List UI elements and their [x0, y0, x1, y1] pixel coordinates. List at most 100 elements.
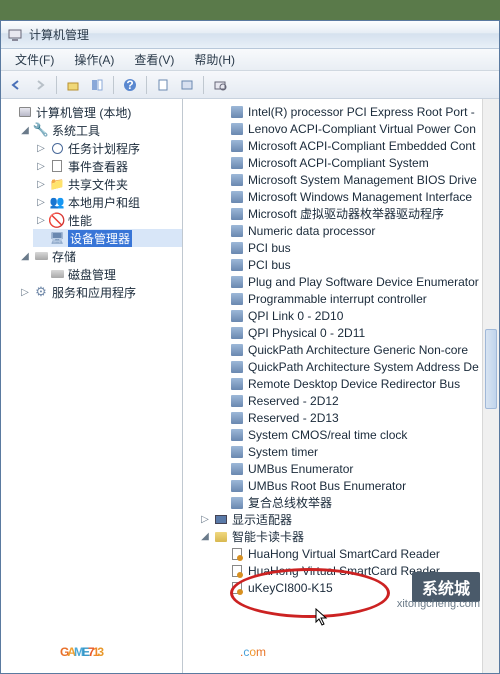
chip-icon	[229, 376, 245, 392]
tree-line	[215, 208, 227, 220]
tree-event-viewer[interactable]: ▷事件查看器	[33, 157, 182, 175]
expand-icon	[35, 268, 47, 280]
device-item[interactable]: Plug and Play Software Device Enumerator	[213, 273, 499, 290]
collapse-icon[interactable]: ◢	[199, 531, 211, 543]
menu-help[interactable]: 帮助(H)	[184, 49, 245, 70]
smartcard-icon	[213, 529, 229, 545]
device-item[interactable]: Microsoft 虚拟驱动器枚举器驱动程序	[213, 205, 499, 222]
device-item[interactable]: QuickPath Architecture System Address De	[213, 358, 499, 375]
navigation-tree[interactable]: 计算机管理 (本地) ◢ 🔧 系统工具 ▷任务计划程序 ▷事件查看器	[1, 99, 183, 673]
certificate-icon	[229, 563, 245, 579]
tree-line	[215, 276, 227, 288]
clock-icon	[49, 140, 65, 156]
tree-services-apps[interactable]: ▷ ⚙ 服务和应用程序	[17, 283, 182, 301]
tree-task-scheduler[interactable]: ▷任务计划程序	[33, 139, 182, 157]
device-item[interactable]: Reserved - 2D12	[213, 392, 499, 409]
performance-icon: 🚫	[49, 212, 65, 228]
device-item[interactable]: Remote Desktop Device Redirector Bus	[213, 375, 499, 392]
menu-action[interactable]: 操作(A)	[64, 49, 124, 70]
device-item[interactable]: QPI Physical 0 - 2D11	[213, 324, 499, 341]
tree-system-tools[interactable]: ◢ 🔧 系统工具	[17, 121, 182, 139]
device-item[interactable]: Reserved - 2D13	[213, 409, 499, 426]
device-item[interactable]: Microsoft Windows Management Interface	[213, 188, 499, 205]
device-item[interactable]: Numeric data processor	[213, 222, 499, 239]
tree-line	[215, 106, 227, 118]
tree-line	[215, 565, 227, 577]
expand-icon[interactable]: ▷	[19, 286, 31, 298]
tree-line	[215, 463, 227, 475]
chip-icon	[229, 427, 245, 443]
device-item[interactable]: UMBus Root Bus Enumerator	[213, 477, 499, 494]
device-item[interactable]: Intel(R) processor PCI Express Root Port…	[213, 103, 499, 120]
window-title: 计算机管理	[29, 26, 89, 43]
smartcard-device-item[interactable]: HuaHong Virtual SmartCard Reader	[213, 545, 499, 562]
event-icon	[49, 158, 65, 174]
scrollbar-thumb[interactable]	[485, 329, 497, 409]
tree-line	[215, 242, 227, 254]
properties-button[interactable]	[152, 74, 174, 96]
tree-shared-folders[interactable]: ▷📁共享文件夹	[33, 175, 182, 193]
tree-device-manager[interactable]: 🖥设备管理器	[33, 229, 182, 247]
expand-icon[interactable]: ▷	[199, 514, 211, 526]
back-button[interactable]	[5, 74, 27, 96]
device-item[interactable]: 复合总线枚举器	[213, 494, 499, 511]
smartcard-device-item[interactable]: HuaHong Virtual SmartCard Reader	[213, 562, 499, 579]
device-item[interactable]: Microsoft ACPI-Compliant Embedded Cont	[213, 137, 499, 154]
tree-line	[215, 344, 227, 356]
tree-local-users[interactable]: ▷👥本地用户和组	[33, 193, 182, 211]
device-item[interactable]: UMBus Enumerator	[213, 460, 499, 477]
storage-icon	[33, 248, 49, 264]
display-icon	[213, 512, 229, 528]
chip-icon	[229, 240, 245, 256]
help-button[interactable]: ?	[119, 74, 141, 96]
forward-button[interactable]	[29, 74, 51, 96]
tree-performance[interactable]: ▷🚫性能	[33, 211, 182, 229]
device-item[interactable]: PCI bus	[213, 256, 499, 273]
menu-file[interactable]: 文件(F)	[5, 49, 64, 70]
expand-icon	[35, 232, 47, 244]
tree-root-computer-management[interactable]: 计算机管理 (本地)	[1, 103, 182, 121]
device-manager-icon: 🖥	[49, 230, 65, 246]
chip-icon	[229, 291, 245, 307]
tree-disk-management[interactable]: 磁盘管理	[33, 265, 182, 283]
collapse-icon[interactable]: ◢	[19, 124, 31, 136]
tree-line	[215, 480, 227, 492]
menu-view[interactable]: 查看(V)	[124, 49, 184, 70]
scan-button[interactable]	[209, 74, 231, 96]
expand-icon[interactable]: ▷	[35, 214, 47, 226]
device-item[interactable]: QPI Link 0 - 2D10	[213, 307, 499, 324]
category-display-adapters[interactable]: ▷显示适配器	[197, 511, 499, 528]
vertical-scrollbar[interactable]	[482, 99, 499, 673]
device-item[interactable]: Lenovo ACPI-Compliant Virtual Power Con	[213, 120, 499, 137]
users-icon: 👥	[49, 194, 65, 210]
device-item[interactable]: PCI bus	[213, 239, 499, 256]
up-button[interactable]	[62, 74, 84, 96]
tree-line	[215, 191, 227, 203]
device-item[interactable]: Microsoft System Management BIOS Drive	[213, 171, 499, 188]
tree-line	[215, 174, 227, 186]
chip-icon	[229, 257, 245, 273]
chip-icon	[229, 393, 245, 409]
expand-icon[interactable]: ▷	[35, 196, 47, 208]
smartcard-device-item[interactable]: uKeyCI800-K15	[213, 579, 499, 596]
device-list-pane[interactable]: Intel(R) processor PCI Express Root Port…	[183, 99, 499, 673]
chip-icon	[229, 444, 245, 460]
expand-icon[interactable]: ▷	[35, 160, 47, 172]
device-item[interactable]: System CMOS/real time clock	[213, 426, 499, 443]
device-item[interactable]: Programmable interrupt controller	[213, 290, 499, 307]
expand-icon[interactable]: ▷	[35, 178, 47, 190]
device-item[interactable]: System timer	[213, 443, 499, 460]
device-item[interactable]: QuickPath Architecture Generic Non-core	[213, 341, 499, 358]
tree-line	[215, 140, 227, 152]
device-item[interactable]: Microsoft ACPI-Compliant System	[213, 154, 499, 171]
expand-icon[interactable]: ▷	[35, 142, 47, 154]
chip-icon	[229, 495, 245, 511]
show-hide-button[interactable]	[86, 74, 108, 96]
tree-storage[interactable]: ◢ 存储	[17, 247, 182, 265]
titlebar[interactable]: 计算机管理	[1, 21, 499, 49]
collapse-icon[interactable]: ◢	[19, 250, 31, 262]
category-smartcard-readers[interactable]: ◢智能卡读卡器	[197, 528, 499, 545]
tree-line	[215, 429, 227, 441]
refresh-button[interactable]	[176, 74, 198, 96]
certificate-icon	[229, 546, 245, 562]
